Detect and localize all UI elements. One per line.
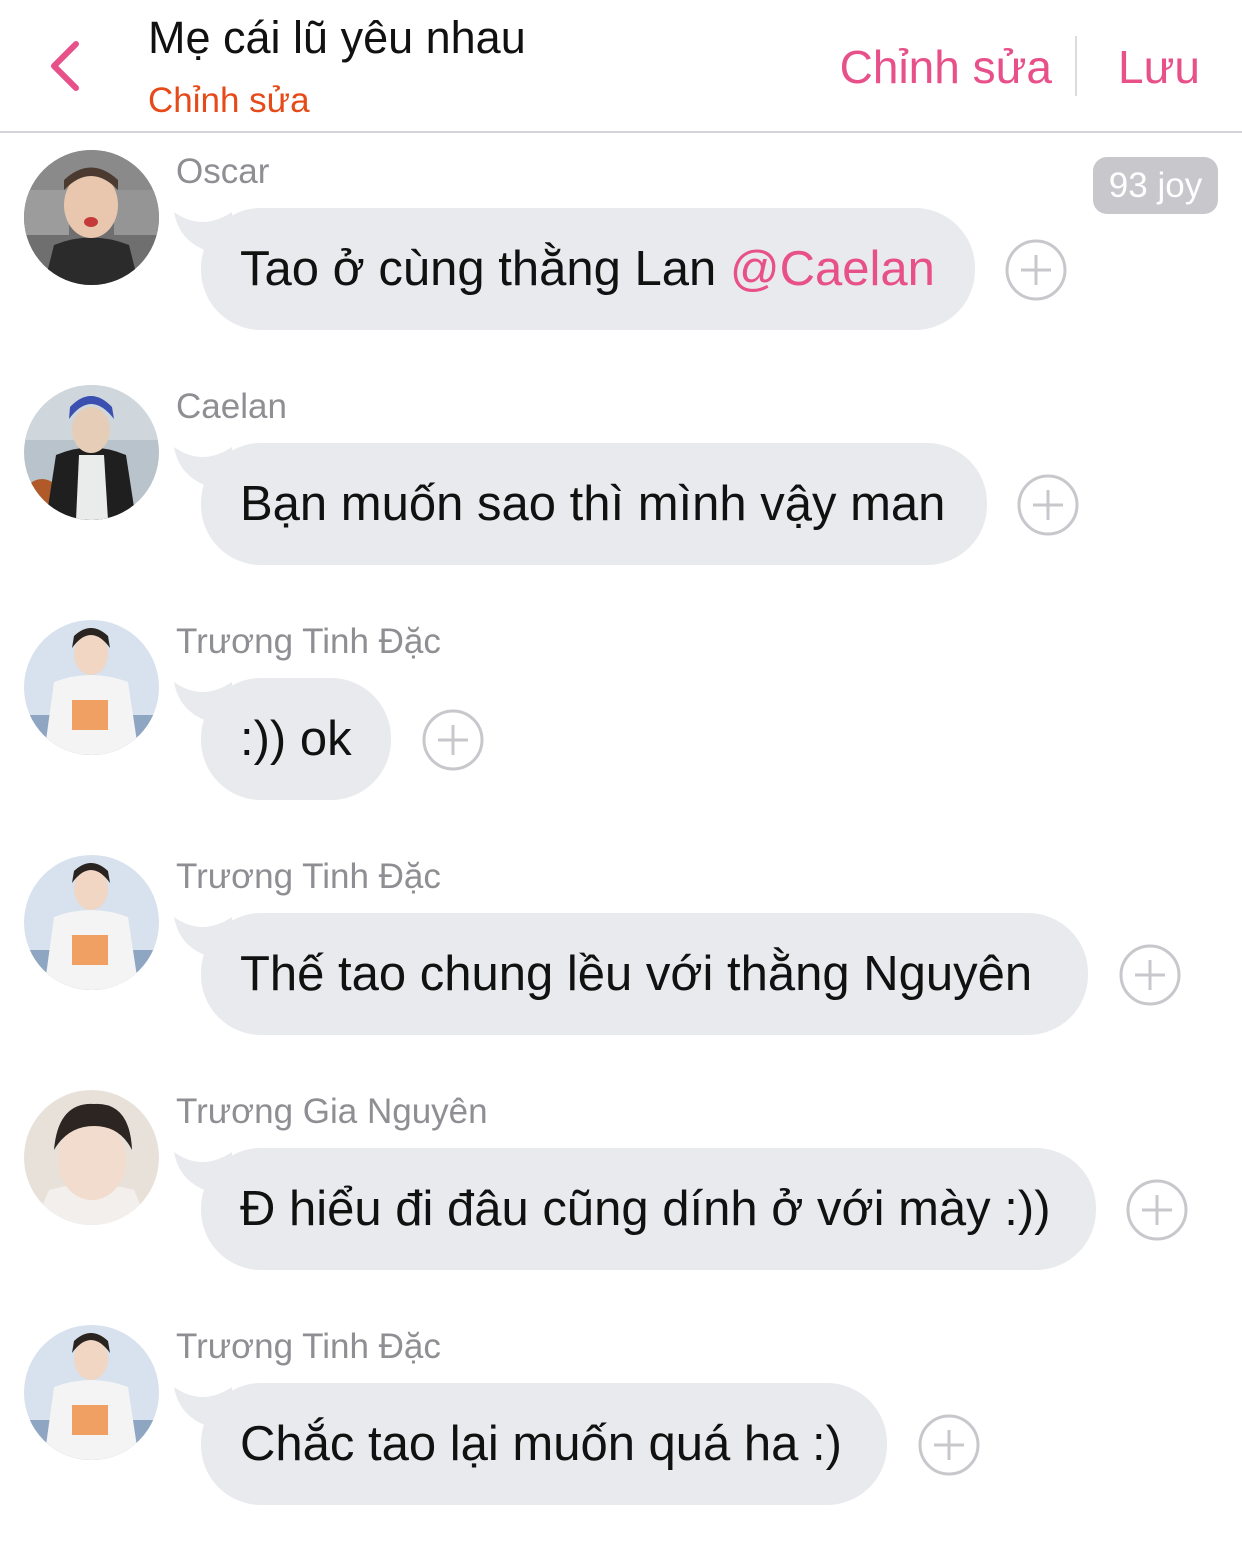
message-row: Oscar Tao ở cùng thằng Lan @Caelan	[0, 150, 1242, 340]
avatar[interactable]	[24, 385, 159, 520]
message-bubble[interactable]: Chắc tao lại muốn quá ha :)	[201, 1383, 887, 1505]
sender-name: Trương Tinh Đặc	[176, 622, 441, 661]
avatar[interactable]	[24, 1325, 159, 1460]
avatar-truong-gia-nguyen-image	[24, 1090, 159, 1225]
plus-circle-icon	[918, 1414, 980, 1476]
add-reaction-button[interactable]	[1119, 944, 1181, 1006]
message-row: Trương Gia Nguyên Đ hiểu đi đâu cũng dín…	[0, 1090, 1242, 1280]
header-divider	[1075, 36, 1077, 96]
plus-circle-icon	[1017, 474, 1079, 536]
edit-button[interactable]: Chỉnh sửa	[840, 40, 1052, 94]
message-bubble[interactable]: :)) ok	[201, 678, 391, 800]
avatar-truong-tinh-dac-image	[24, 1325, 159, 1460]
avatar[interactable]	[24, 1090, 159, 1225]
message-bubble[interactable]: Bạn muốn sao thì mình vậy man	[201, 443, 987, 565]
back-button[interactable]	[40, 36, 96, 96]
sender-name: Trương Tinh Đặc	[176, 857, 441, 896]
message-bubble[interactable]: Đ hiểu đi đâu cũng dính ở với mày :))	[201, 1148, 1096, 1270]
message-text: Tao ở cùng thằng Lan	[240, 242, 730, 296]
message-row: Trương Tinh Đặc Thế tao chung lều với th…	[0, 855, 1242, 1045]
avatar[interactable]	[24, 150, 159, 285]
sender-name: Oscar	[176, 152, 270, 191]
add-reaction-button[interactable]	[918, 1414, 980, 1476]
plus-circle-icon	[1005, 239, 1067, 301]
top-bar: Mẹ cái lũ yêu nhau Chỉnh sửa Chỉnh sửa L…	[0, 0, 1242, 133]
sender-name: Trương Gia Nguyên	[176, 1092, 488, 1131]
add-reaction-button[interactable]	[1017, 474, 1079, 536]
avatar-caelan-image	[24, 385, 159, 520]
plus-circle-icon	[1119, 944, 1181, 1006]
message-bubble[interactable]: Thế tao chung lều với thằng Nguyên	[201, 913, 1088, 1035]
sender-name: Caelan	[176, 387, 287, 426]
sender-name: Trương Tinh Đặc	[176, 1327, 441, 1366]
avatar-truong-tinh-dac-image	[24, 855, 159, 990]
chat-title: Mẹ cái lũ yêu nhau	[148, 12, 526, 63]
add-reaction-button[interactable]	[1005, 239, 1067, 301]
message-bubble[interactable]: Tao ở cùng thằng Lan @Caelan	[201, 208, 975, 330]
chevron-left-icon	[51, 41, 79, 91]
add-reaction-button[interactable]	[422, 709, 484, 771]
avatar-oscar-image	[24, 150, 159, 285]
message-row: Trương Tinh Đặc Chắc tao lại muốn quá ha…	[0, 1325, 1242, 1515]
plus-circle-icon	[1126, 1179, 1188, 1241]
save-button[interactable]: Lưu	[1118, 40, 1200, 94]
avatar-truong-tinh-dac-image	[24, 620, 159, 755]
avatar[interactable]	[24, 855, 159, 990]
plus-circle-icon	[422, 709, 484, 771]
avatar[interactable]	[24, 620, 159, 755]
message-row: Trương Tinh Đặc :)) ok	[0, 620, 1242, 810]
add-reaction-button[interactable]	[1126, 1179, 1188, 1241]
mention-link[interactable]: @Caelan	[730, 242, 935, 296]
chat-subtitle[interactable]: Chỉnh sửa	[148, 81, 310, 121]
message-row: Caelan Bạn muốn sao thì mình vậy man	[0, 385, 1242, 575]
